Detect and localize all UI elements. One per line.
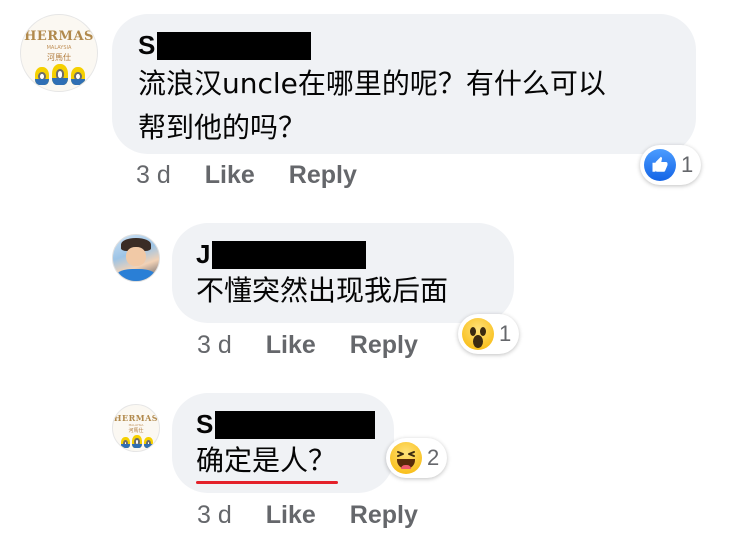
comment-text: 不懂突然出现我后面 bbox=[196, 269, 448, 313]
comment-text-line: 确定是人？ bbox=[196, 444, 337, 477]
reaction-count: 2 bbox=[427, 445, 440, 470]
comment-text: 流浪汉uncle在哪里的呢？有什么可以 帮到他的吗？ bbox=[138, 62, 606, 150]
reply-button[interactable]: Reply bbox=[350, 331, 418, 360]
reaction-count: 1 bbox=[681, 152, 694, 177]
reaction-count: 1 bbox=[499, 321, 512, 346]
brand-logo-text: HERMAS bbox=[24, 29, 94, 44]
brand-logo-text: HERMAS bbox=[113, 413, 159, 423]
reply-button[interactable]: Reply bbox=[289, 161, 357, 190]
like-button[interactable]: Like bbox=[266, 331, 316, 360]
wow-icon bbox=[462, 318, 494, 350]
avatar[interactable] bbox=[112, 234, 160, 282]
minion-icon bbox=[121, 437, 130, 448]
minion-icon bbox=[52, 64, 68, 85]
author-initial[interactable]: J bbox=[196, 239, 210, 270]
minion-icon bbox=[35, 67, 49, 85]
comment-author[interactable]: S bbox=[196, 409, 376, 440]
comment-timestamp[interactable]: 3 d bbox=[197, 501, 232, 530]
comment-text: 确定是人？ bbox=[196, 439, 336, 483]
comment-author[interactable]: S bbox=[138, 30, 312, 61]
comment-bubble: S 流浪汉uncle在哪里的呢？有什么可以 帮到他的吗？ bbox=[112, 14, 696, 154]
author-initial[interactable]: S bbox=[196, 409, 213, 440]
minion-icon bbox=[132, 435, 142, 448]
redacted-name bbox=[215, 410, 376, 439]
comment-actions: 3 d Like Reply bbox=[136, 161, 357, 190]
comment-bubble: J 不懂突然出现我后面 bbox=[172, 223, 514, 323]
avatar[interactable]: HERMAS MALAYSIA 河馬仕 bbox=[20, 14, 98, 92]
red-underline-annotation bbox=[196, 481, 338, 484]
like-button[interactable]: Like bbox=[205, 161, 255, 190]
comment-bubble: S 确定是人？ bbox=[172, 393, 394, 493]
brand-logo-chinese: 河馬仕 bbox=[47, 53, 71, 62]
comment-actions: 3 d Like Reply bbox=[197, 331, 418, 360]
reaction-summary[interactable]: 1 bbox=[640, 145, 702, 185]
reaction-summary[interactable]: 1 bbox=[458, 314, 520, 354]
avatar[interactable]: HERMAS MALAYSIA 河馬仕 bbox=[112, 404, 160, 452]
comment-actions: 3 d Like Reply bbox=[197, 501, 418, 530]
haha-icon bbox=[390, 442, 422, 474]
brand-logo-subtext: MALAYSIA bbox=[46, 45, 72, 51]
reply-button[interactable]: Reply bbox=[350, 501, 418, 530]
comment-timestamp[interactable]: 3 d bbox=[136, 161, 171, 190]
comment-text-line: 流浪汉uncle在哪里的呢？有什么可以 bbox=[138, 67, 606, 100]
author-initial[interactable]: S bbox=[138, 30, 155, 61]
minion-icon bbox=[144, 437, 153, 448]
brand-logo-chinese: 河馬仕 bbox=[128, 428, 144, 434]
like-button[interactable]: Like bbox=[266, 501, 316, 530]
comment-timestamp[interactable]: 3 d bbox=[197, 331, 232, 360]
reaction-summary[interactable]: 2 bbox=[386, 438, 448, 478]
redacted-name bbox=[157, 31, 312, 60]
comment-author[interactable]: J bbox=[196, 239, 367, 270]
minion-icon bbox=[71, 67, 85, 85]
redacted-name bbox=[212, 240, 367, 269]
comment-text-line: 不懂突然出现我后面 bbox=[196, 274, 449, 307]
comment-text-line: 帮到他的吗？ bbox=[138, 111, 307, 144]
like-icon bbox=[644, 149, 676, 181]
